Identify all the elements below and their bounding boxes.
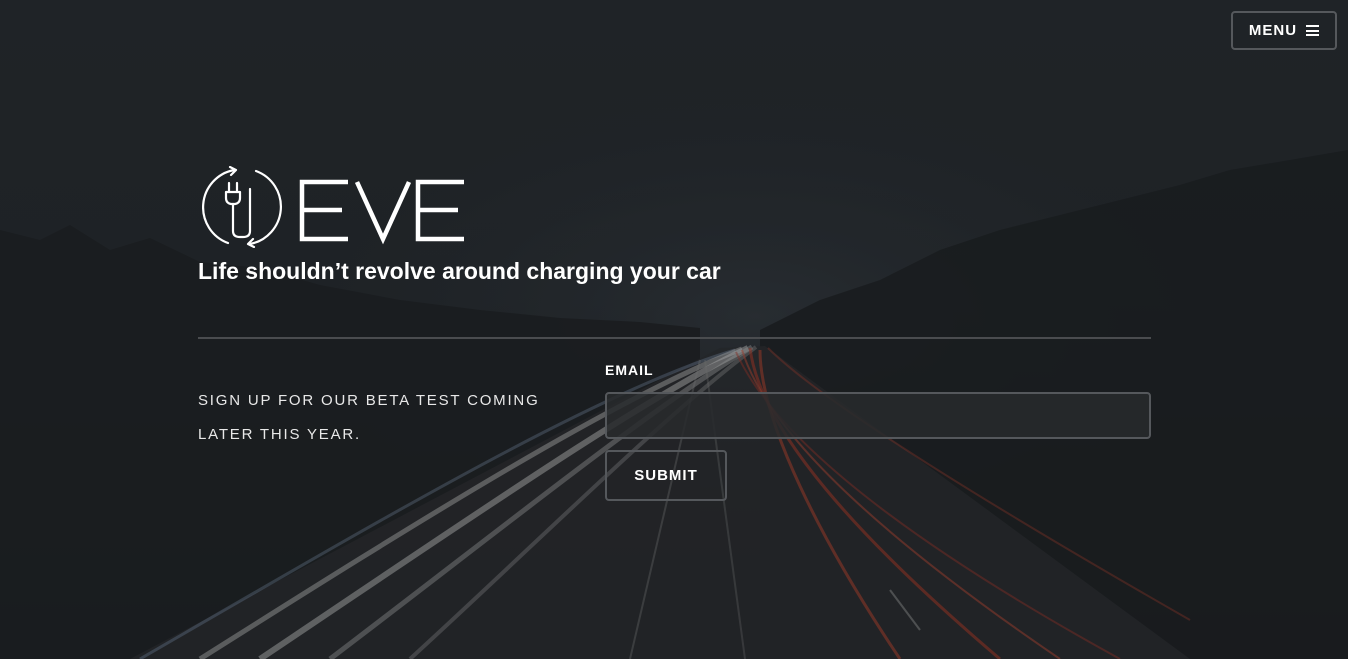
email-label: EMAIL — [605, 362, 654, 378]
menu-button[interactable]: MENU — [1231, 11, 1337, 50]
signup-description: SIGN UP FOR OUR BETA TEST COMING LATER T… — [198, 392, 540, 443]
menu-label: MENU — [1248, 22, 1298, 39]
logo-graphic — [202, 165, 464, 249]
tagline: Life shouldn’t revolve around charging y… — [198, 258, 721, 284]
submit-button[interactable]: SUBMIT — [605, 450, 727, 501]
brand-logo[interactable] — [202, 165, 502, 253]
hamburger-icon — [1306, 25, 1320, 36]
hero-section: MENU Life shouldn’t revolve around charg… — [0, 0, 1348, 659]
email-field[interactable] — [605, 392, 1151, 439]
highway-background-image — [0, 0, 1348, 659]
section-divider — [198, 337, 1151, 339]
brand-wordmark — [299, 179, 464, 245]
charging-plug-cycle-icon — [202, 165, 282, 249]
